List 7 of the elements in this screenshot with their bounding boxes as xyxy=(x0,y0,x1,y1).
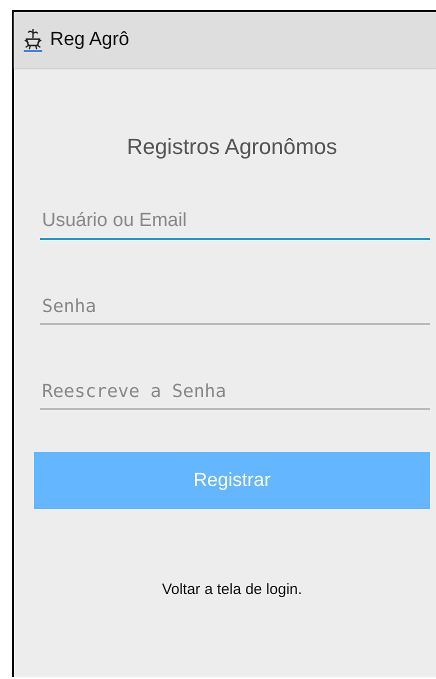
back-to-login-link[interactable]: Voltar a tela de login. xyxy=(162,581,302,598)
input-field[interactable]: Usuário ou Email xyxy=(40,206,430,240)
plant-logo-icon xyxy=(22,27,44,53)
input-field[interactable]: Senha xyxy=(40,292,430,325)
page-heading: Registros Agronômos xyxy=(126,134,338,160)
input-field[interactable]: Reescreve a Senha xyxy=(40,377,430,410)
app-title: Reg Agrô xyxy=(50,29,130,51)
